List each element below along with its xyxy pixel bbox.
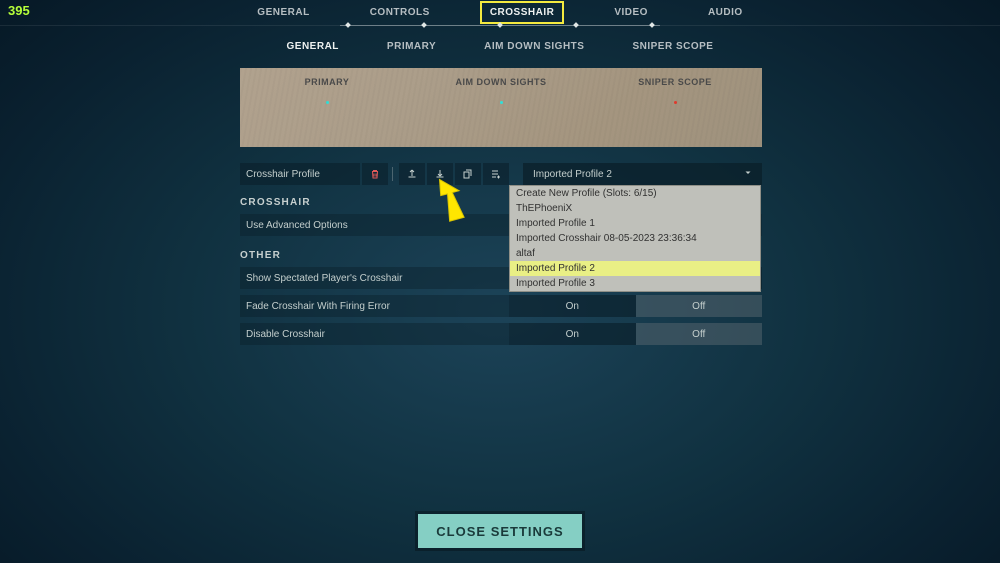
duplicate-profile-button[interactable] bbox=[483, 163, 509, 185]
profile-dropdown[interactable]: Create New Profile (Slots: 6/15) ThEPhoe… bbox=[509, 185, 761, 292]
dropdown-option[interactable]: Imported Profile 2 bbox=[510, 261, 760, 276]
copy-icon bbox=[462, 168, 474, 180]
upload-icon bbox=[406, 168, 418, 180]
row-fade-firing-error: Fade Crosshair With Firing Error On Off bbox=[240, 295, 762, 317]
dropdown-option[interactable]: ThEPhoeniX bbox=[510, 201, 760, 216]
trash-icon bbox=[369, 168, 381, 180]
crosshair-dot-icon bbox=[500, 101, 503, 104]
download-icon bbox=[434, 168, 446, 180]
subtab-primary[interactable]: PRIMARY bbox=[383, 38, 440, 55]
preview-ads: AIM DOWN SIGHTS bbox=[414, 68, 588, 147]
delete-profile-button[interactable] bbox=[362, 163, 388, 185]
top-nav-divider bbox=[0, 25, 1000, 26]
dropdown-option[interactable]: Imported Profile 3 bbox=[510, 276, 760, 291]
row-label: Use Advanced Options bbox=[240, 220, 509, 231]
toolbar-divider bbox=[392, 167, 393, 181]
row-label: Fade Crosshair With Firing Error bbox=[240, 301, 509, 312]
tab-audio[interactable]: AUDIO bbox=[700, 3, 751, 22]
row-disable-crosshair: Disable Crosshair On Off bbox=[240, 323, 762, 345]
dropdown-option[interactable]: Create New Profile (Slots: 6/15) bbox=[510, 186, 760, 201]
tab-video[interactable]: VIDEO bbox=[606, 3, 656, 22]
crosshair-dot-icon bbox=[674, 101, 677, 104]
dropdown-option[interactable]: Imported Crosshair 08-05-2023 23:36:34 bbox=[510, 231, 760, 246]
dropdown-option[interactable]: altaf bbox=[510, 246, 760, 261]
import-profile-button[interactable] bbox=[427, 163, 453, 185]
toggle-off[interactable]: Off bbox=[636, 323, 763, 345]
close-settings-button[interactable]: CLOSE SETTINGS bbox=[418, 514, 582, 548]
crosshair-preview: PRIMARY AIM DOWN SIGHTS SNIPER SCOPE bbox=[240, 68, 762, 147]
preview-label: PRIMARY bbox=[305, 77, 350, 87]
sub-nav: GENERAL PRIMARY AIM DOWN SIGHTS SNIPER S… bbox=[0, 38, 1000, 55]
toggle: On Off bbox=[509, 323, 762, 345]
preview-label: SNIPER SCOPE bbox=[638, 77, 712, 87]
list-plus-icon bbox=[490, 168, 502, 180]
tab-general[interactable]: GENERAL bbox=[249, 3, 317, 22]
row-label: Show Spectated Player's Crosshair bbox=[240, 273, 509, 284]
tab-crosshair[interactable]: CROSSHAIR bbox=[482, 3, 563, 22]
preview-primary: PRIMARY bbox=[240, 68, 414, 147]
subtab-sniper[interactable]: SNIPER SCOPE bbox=[628, 38, 717, 55]
dropdown-option[interactable]: Imported Profile 1 bbox=[510, 216, 760, 231]
toggle-on[interactable]: On bbox=[509, 323, 636, 345]
profile-select[interactable]: Imported Profile 2 bbox=[523, 163, 762, 185]
toggle: On Off bbox=[509, 295, 762, 317]
profile-label: Crosshair Profile bbox=[240, 163, 360, 185]
preview-label: AIM DOWN SIGHTS bbox=[456, 77, 547, 87]
copy-profile-button[interactable] bbox=[455, 163, 481, 185]
chevron-down-icon bbox=[742, 167, 754, 182]
export-profile-button[interactable] bbox=[399, 163, 425, 185]
row-label: Disable Crosshair bbox=[240, 329, 509, 340]
profile-selected-value: Imported Profile 2 bbox=[533, 169, 612, 180]
profile-toolbar: Crosshair Profile Imported Profile 2 bbox=[240, 163, 762, 185]
subtab-general[interactable]: GENERAL bbox=[283, 38, 343, 55]
subtab-ads[interactable]: AIM DOWN SIGHTS bbox=[480, 38, 588, 55]
tab-controls[interactable]: CONTROLS bbox=[362, 3, 438, 22]
toggle-on[interactable]: On bbox=[509, 295, 636, 317]
top-nav: GENERAL CONTROLS CROSSHAIR VIDEO AUDIO bbox=[0, 3, 1000, 22]
toggle-off[interactable]: Off bbox=[636, 295, 763, 317]
preview-sniper: SNIPER SCOPE bbox=[588, 68, 762, 147]
crosshair-dot-icon bbox=[326, 101, 329, 104]
